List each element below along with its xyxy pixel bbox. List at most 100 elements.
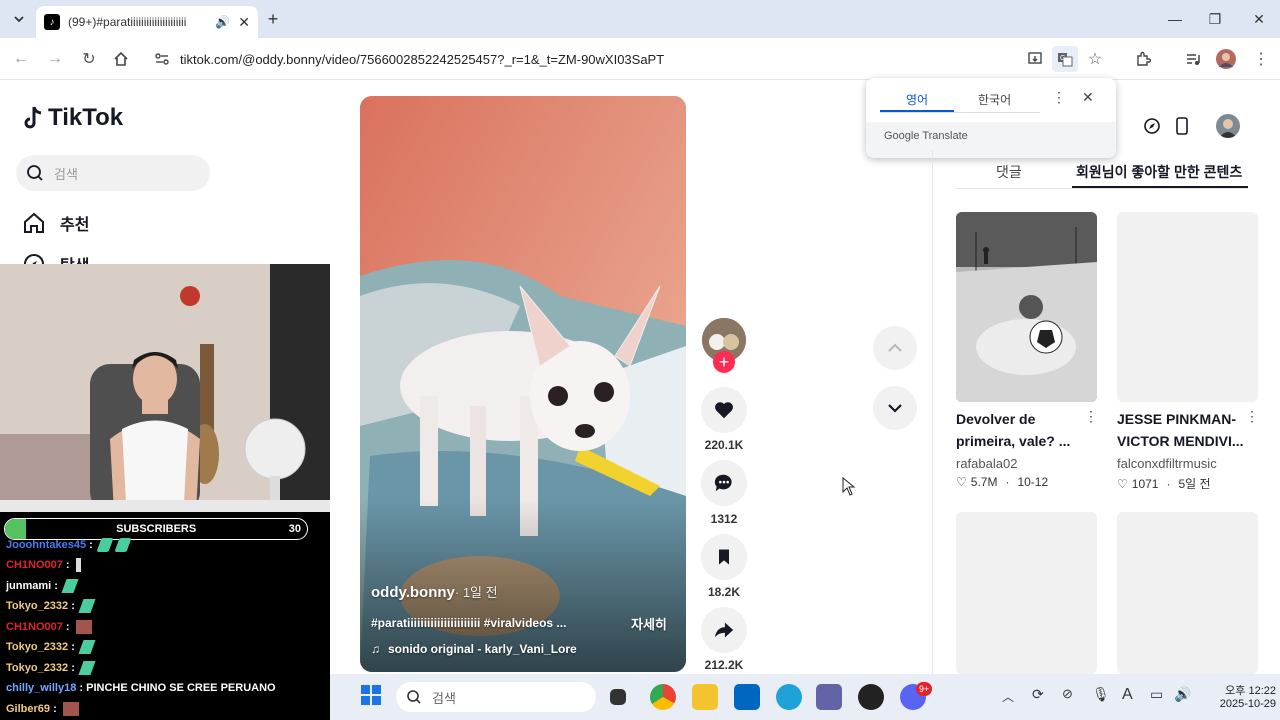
window-close-icon[interactable]: ✕ [1248, 8, 1270, 30]
recommended-video-thumbnail[interactable] [956, 212, 1097, 402]
reload-icon[interactable]: ↻ [76, 46, 102, 72]
taskbar-clock[interactable]: 오후 12:22 2025-10-29 [1200, 682, 1276, 710]
site-settings-icon[interactable] [154, 51, 170, 70]
edge-icon[interactable] [776, 684, 802, 710]
see-more-link[interactable]: 자세히 [631, 614, 667, 633]
translate-divider [880, 112, 1040, 113]
microphone-icon[interactable]: 🎙 [1092, 686, 1110, 703]
sync-icon[interactable]: ⟳ [1032, 686, 1044, 703]
back-icon[interactable]: ← [8, 46, 34, 72]
bookmark-star-icon[interactable]: ☆ [1082, 46, 1108, 72]
browser-tab-bar: ♪ (99+)#paratiiiiiiiiiiiiiiiiiiiii 🔊 ✕ +… [0, 0, 1280, 38]
translate-lang-english[interactable]: 영어 [906, 91, 928, 108]
search-input[interactable]: 검색 [16, 155, 210, 191]
tab-comments[interactable]: 댓글 [996, 162, 1022, 182]
panel-divider [932, 150, 933, 674]
chevron-up-icon[interactable]: ︿ [1002, 688, 1014, 705]
video-sound[interactable]: ♫ sonido original - karly_Vani_Lore [371, 642, 577, 656]
card-author[interactable]: falconxdfiltrmusic [1117, 456, 1217, 471]
file-explorer-icon[interactable] [692, 684, 718, 710]
share-icon [714, 622, 734, 638]
home-icon[interactable] [108, 46, 134, 72]
network-icon[interactable]: ⊘ [1062, 686, 1073, 702]
windows-start-icon[interactable] [360, 684, 386, 710]
translate-options-icon[interactable]: ⋮ [1052, 89, 1066, 106]
like-button[interactable] [701, 387, 747, 433]
new-tab-button[interactable]: + [262, 8, 284, 30]
follow-plus-icon[interactable]: + [713, 351, 735, 373]
profile-avatar-icon[interactable] [1213, 46, 1239, 72]
speaker-icon[interactable]: 🔊 [215, 15, 230, 29]
comment-icon [714, 474, 732, 492]
user-avatar[interactable] [1216, 114, 1240, 138]
tab-list-chevron-icon[interactable] [6, 6, 32, 32]
browser-menu-icon[interactable]: ⋮ [1248, 46, 1274, 72]
task-view-icon[interactable] [610, 689, 626, 705]
panel-tab-divider [956, 188, 1248, 189]
forward-icon[interactable]: → [42, 46, 68, 72]
install-app-icon[interactable] [1022, 46, 1048, 72]
card-more-icon[interactable]: ⋮ [1084, 408, 1098, 425]
media-controls-icon[interactable] [1180, 46, 1206, 72]
tiktok-logo[interactable]: TikTok [22, 104, 123, 132]
mouse-cursor-icon [842, 476, 856, 502]
address-bar[interactable]: tiktok.com/@oddy.bonny/video/75660028522… [146, 43, 1120, 75]
tab-close-icon[interactable]: ✕ [238, 14, 250, 31]
browser-toolbar: ← → ↻ tiktok.com/@oddy.bonny/video/75660… [0, 38, 1280, 80]
extensions-icon[interactable] [1130, 46, 1156, 72]
sidebar-item-recommended[interactable]: 추천 [22, 211, 89, 235]
taskbar-search[interactable]: 검색 [396, 682, 596, 712]
image-emote-icon [62, 702, 79, 716]
discover-icon[interactable] [1142, 116, 1162, 141]
chat-message: Tokyo_2332 : [6, 640, 96, 654]
card-author[interactable]: rafabala02 [956, 456, 1017, 471]
card-meta: ♡ 1071 · 5일 전 [1117, 476, 1211, 492]
card-title[interactable]: JESSE PINKMAN- VICTOR MENDIVI... [1117, 408, 1247, 452]
next-video-button[interactable] [873, 386, 917, 430]
notification-badge: 9+ [916, 682, 933, 696]
home-icon [24, 212, 44, 233]
video-caption[interactable]: #paratiiiiiiiiiiiiiiiiiiiiii #viralvideo… [371, 616, 611, 630]
previous-video-button[interactable] [873, 326, 917, 370]
microsoft-store-icon[interactable] [734, 684, 760, 710]
share-button[interactable] [701, 607, 747, 653]
mobile-device-icon[interactable] [1174, 116, 1190, 141]
translate-close-icon[interactable]: ✕ [1082, 89, 1094, 106]
browser-tab-active[interactable]: ♪ (99+)#paratiiiiiiiiiiiiiiiiiiiii 🔊 ✕ [36, 6, 258, 38]
video-author[interactable]: oddy.bonny· 1일 전 [371, 582, 498, 601]
obs-icon[interactable] [858, 684, 884, 710]
chat-message: Tokyo_2332 : [6, 599, 96, 613]
chat-message: CH1NO007 : [6, 620, 92, 634]
card-title[interactable]: Devolver de primeira, vale? ... [956, 408, 1086, 452]
chrome-icon[interactable] [650, 684, 676, 710]
tab-recommended[interactable]: 회원님이 좋아할 만한 콘텐츠 [1076, 162, 1242, 182]
recommended-video-thumbnail[interactable] [1117, 512, 1258, 674]
tiktok-favicon-icon: ♪ [44, 14, 60, 30]
recommended-video-thumbnail[interactable] [1117, 212, 1258, 402]
card-more-icon[interactable]: ⋮ [1245, 408, 1259, 425]
volume-icon[interactable]: 🔊 [1174, 686, 1191, 703]
clock-time: 오후 12:22 [1225, 685, 1276, 697]
translate-icon[interactable]: G [1052, 46, 1078, 72]
minimize-icon[interactable]: — [1164, 8, 1186, 30]
save-button[interactable] [701, 534, 747, 580]
webcam-image [0, 264, 330, 512]
feather-emote-icon [78, 661, 96, 675]
teams-icon[interactable] [816, 684, 842, 710]
chat-message: junmami : [6, 579, 79, 593]
chat-message: chilly_willy18 : PINCHE CHINO SE CREE PE… [6, 682, 276, 694]
restore-icon[interactable]: ❐ [1204, 8, 1226, 30]
translate-lang-korean[interactable]: 한국어 [978, 91, 1011, 108]
display-icon[interactable]: ▭ [1150, 686, 1163, 703]
feather-emote-icon [78, 640, 96, 654]
video-player[interactable]: oddy.bonny· 1일 전 #paratiiiiiiiiiiiiiiiii… [360, 96, 686, 672]
recommended-video-thumbnail[interactable] [956, 512, 1097, 674]
ime-icon[interactable]: A [1122, 686, 1133, 704]
google-translate-brand: Google Translate [884, 130, 968, 142]
comment-count: 1312 [710, 512, 738, 526]
feather-emote-icon [114, 538, 132, 552]
comment-button[interactable] [701, 460, 747, 506]
chat-message: Gilber69 : [6, 702, 79, 716]
svg-text:G: G [1060, 55, 1065, 62]
bookmark-icon [719, 549, 729, 565]
